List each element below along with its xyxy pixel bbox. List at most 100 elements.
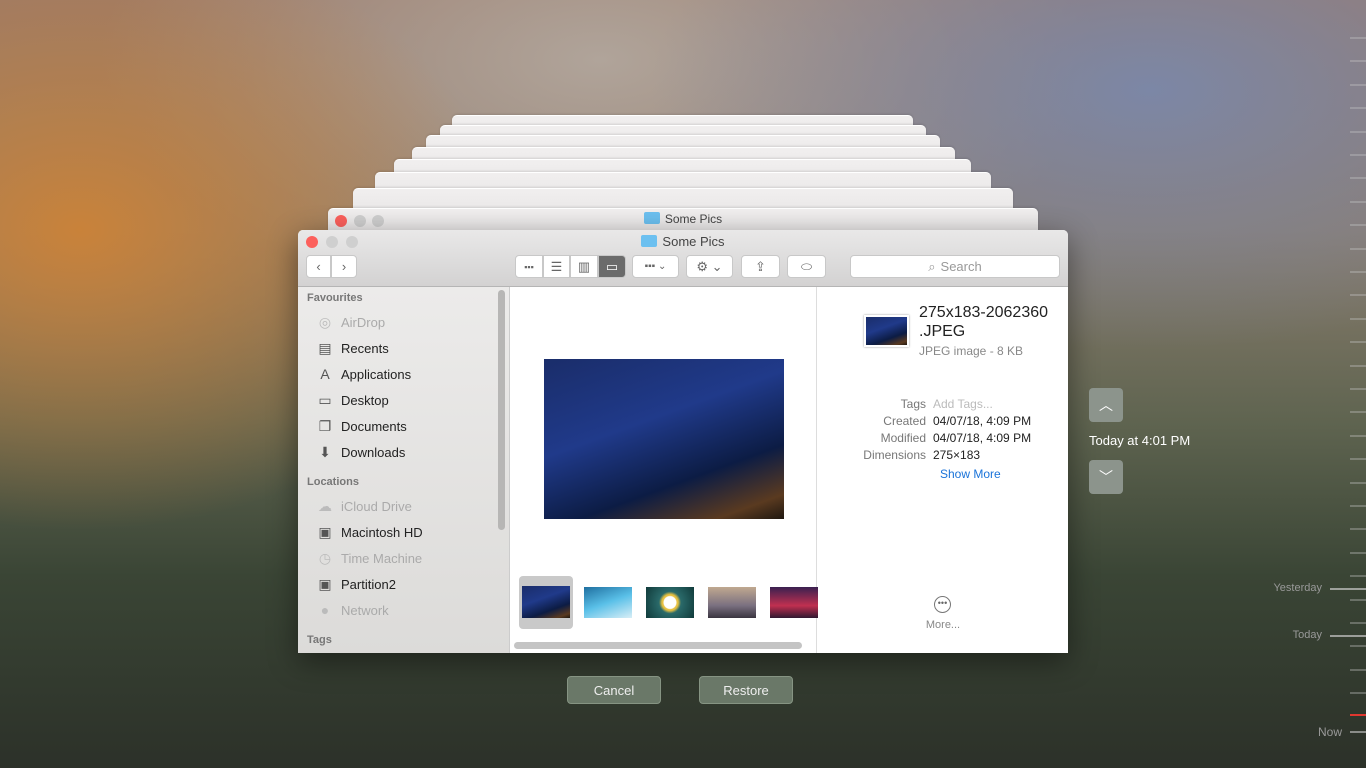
metadata-value: 04/07/18, 4:09 PM [933, 414, 1032, 428]
sidebar-item-label: iCloud Drive [341, 498, 412, 514]
timeline-marker[interactable] [1330, 588, 1366, 590]
timeline-tick[interactable] [1350, 60, 1366, 62]
show-more-link[interactable]: Show More [940, 467, 1001, 481]
timeline-tick[interactable] [1350, 388, 1366, 390]
sidebar-item-applications[interactable]: A Applications [298, 361, 509, 387]
more-icon[interactable]: ••• [934, 596, 951, 613]
favourites-header: Favourites [307, 292, 363, 304]
group-button[interactable]: ▪▪▪ ⌄ [632, 255, 679, 278]
file-extension: .JPEG [919, 323, 966, 340]
share-button[interactable]: ⇪ [741, 255, 780, 278]
search-icon: ⌕ [928, 258, 936, 274]
timeline-today[interactable]: Today [1250, 629, 1322, 641]
chevron-up-icon[interactable]: ︿ [1089, 388, 1123, 422]
sidebar-item-time-machine[interactable]: ◷ Time Machine [298, 545, 509, 571]
thumbnail[interactable] [584, 587, 632, 618]
more-button-label[interactable]: More... [918, 619, 968, 631]
timeline-tick[interactable] [1350, 505, 1366, 507]
timeline-tick[interactable] [1350, 224, 1366, 226]
folder-icon [643, 212, 660, 224]
forward-button[interactable]: › [331, 255, 357, 278]
timeline-tick[interactable] [1350, 84, 1366, 86]
sidebar-item-partition2[interactable]: ▣ Partition2 [298, 571, 509, 597]
sidebar-item-downloads[interactable]: ⬇ Downloads [298, 439, 509, 465]
back-window-title: Some Pics [664, 212, 723, 226]
timeline-tick[interactable] [1350, 131, 1366, 133]
cancel-button[interactable]: Cancel [567, 676, 661, 704]
timeline-tick[interactable] [1350, 435, 1366, 437]
tag-button[interactable]: ⬭ [787, 255, 826, 278]
selected-thumbnail[interactable] [519, 576, 573, 629]
timeline-tick[interactable] [1350, 37, 1366, 39]
sidebar-item-airdrop[interactable]: ◎ AirDrop [298, 309, 509, 335]
timeline-tick[interactable] [1350, 248, 1366, 250]
sidebar-item-macintosh-hd[interactable]: ▣ Macintosh HD [298, 519, 509, 545]
timeline-tick[interactable] [1350, 458, 1366, 460]
sidebar-item-label: Recents [341, 340, 389, 356]
thumbnail[interactable] [708, 587, 756, 618]
timeline-tick[interactable] [1350, 622, 1366, 624]
airdrop-icon: ◎ [318, 313, 332, 330]
timeline-yesterday[interactable]: Yesterday [1250, 582, 1322, 594]
timeline-tick[interactable] [1350, 411, 1366, 413]
timeline-tick[interactable] [1350, 341, 1366, 343]
metadata-value[interactable]: Add Tags... [933, 396, 993, 413]
search-placeholder: Search [940, 259, 982, 274]
folder-icon [641, 235, 658, 247]
action-gear-button[interactable]: ⚙ ⌄ [686, 255, 733, 278]
timeline-tick[interactable] [1350, 201, 1366, 203]
icon-view-button[interactable]: ▪▪▪ [515, 255, 543, 278]
desktop-icon: ▭ [318, 391, 332, 408]
list-view-button[interactable]: ☰ [543, 255, 570, 278]
timeline-now[interactable]: Now [1250, 725, 1342, 739]
back-button[interactable]: ‹ [306, 255, 331, 278]
timeline-tick[interactable] [1350, 482, 1366, 484]
metadata-key: Created [883, 414, 926, 428]
tags-header: Tags [307, 634, 332, 646]
sidebar-item-desktop[interactable]: ▭ Desktop [298, 387, 509, 413]
search-input[interactable]: ⌕ Search [850, 255, 1060, 278]
sidebar-scrollbar[interactable] [498, 290, 505, 530]
timeline-tick[interactable] [1350, 692, 1366, 694]
sidebar-item-label: Applications [341, 366, 412, 382]
sidebar-item-documents[interactable]: ❐ Documents [298, 413, 509, 439]
timeline-tick[interactable] [1350, 552, 1366, 554]
timeline-marker[interactable] [1330, 635, 1366, 637]
timeline-tick[interactable] [1350, 599, 1366, 601]
file-name: 275x183-2062360 [919, 304, 1049, 321]
timeline-marker[interactable] [1350, 731, 1366, 733]
timeline-tick[interactable] [1350, 575, 1366, 577]
thumbnail[interactable] [770, 587, 818, 618]
timeline-tick[interactable] [1350, 365, 1366, 367]
applications-icon: A [320, 366, 330, 382]
sidebar-item-label: Macintosh HD [341, 524, 423, 540]
metadata-value: 04/07/18, 4:09 PM [933, 431, 1032, 445]
timeline-tick[interactable] [1350, 177, 1366, 179]
window-title: Some Pics [662, 234, 725, 249]
timeline-tick[interactable] [1350, 271, 1366, 273]
timeline-tick[interactable] [1350, 528, 1366, 530]
timeline-tick[interactable] [1350, 669, 1366, 671]
sidebar-item-recents[interactable]: ▤ Recents [298, 335, 509, 361]
gallery-view-button[interactable]: ▭ [598, 255, 626, 278]
sidebar-item-icloud-drive[interactable]: ☁ iCloud Drive [298, 493, 509, 519]
column-view-button[interactable]: ▥ [570, 255, 598, 278]
restore-button[interactable]: Restore [699, 676, 793, 704]
timeline-tick[interactable] [1350, 318, 1366, 320]
timeline-tick[interactable] [1350, 107, 1366, 109]
sidebar-item-label: Documents [341, 418, 407, 434]
sidebar-item-network[interactable]: ● Network [298, 597, 509, 623]
metadata-key: Dimensions [863, 448, 926, 462]
timeline-tick[interactable] [1350, 294, 1366, 296]
timeline-marker[interactable] [1350, 714, 1366, 716]
timeline-tick[interactable] [1350, 645, 1366, 647]
time-machine-icon: ◷ [318, 549, 332, 566]
timeline-tick[interactable] [1350, 154, 1366, 156]
preview-image [544, 359, 784, 519]
horizontal-scrollbar[interactable] [514, 642, 802, 649]
chevron-down-icon[interactable]: ﹀ [1089, 460, 1123, 494]
file-kind: JPEG image - 8 KB [919, 344, 1024, 358]
thumbnail[interactable] [646, 587, 694, 618]
gallery-view [511, 287, 818, 653]
metadata-row: Modified 04/07/18, 4:09 PM [818, 430, 1031, 447]
